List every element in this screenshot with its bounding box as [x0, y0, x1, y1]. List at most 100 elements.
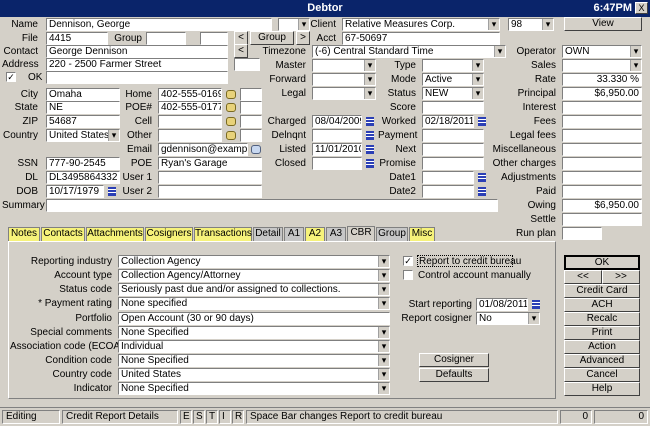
dob-calendar-icon[interactable]: [108, 187, 116, 196]
address2-field[interactable]: [46, 71, 228, 84]
user1-field[interactable]: [158, 171, 262, 184]
tab-contacts[interactable]: Contacts: [41, 227, 85, 241]
tab-a2[interactable]: A2: [305, 227, 325, 241]
date2-field[interactable]: [422, 185, 474, 198]
poe-field[interactable]: Ryan's Garage: [158, 157, 262, 170]
delnqnt-calendar-icon[interactable]: [366, 131, 374, 140]
forward-dropdown[interactable]: [312, 73, 376, 86]
ach-button[interactable]: ACH: [564, 298, 640, 312]
payment-field[interactable]: [422, 129, 484, 142]
paid-field[interactable]: [562, 185, 642, 198]
summary-field[interactable]: [46, 199, 498, 212]
help-button[interactable]: Help: [564, 382, 640, 396]
prev-record-button[interactable]: <<: [564, 270, 602, 284]
cell-phone-icon[interactable]: [226, 117, 236, 126]
city-field[interactable]: Omaha: [46, 88, 120, 101]
address-extra-field[interactable]: [234, 58, 260, 71]
start-reporting-calendar-icon[interactable]: [532, 300, 540, 309]
timezone-dropdown[interactable]: (-6) Central Standard Time: [312, 45, 506, 58]
ecoa-dropdown[interactable]: Individual: [118, 340, 390, 353]
date1-calendar-icon[interactable]: [478, 173, 486, 182]
control-manually-checkbox[interactable]: [403, 270, 413, 280]
ssn-field[interactable]: 777-90-2545: [46, 157, 120, 170]
ok-button[interactable]: OK: [564, 255, 640, 270]
dob-field[interactable]: 10/17/1979: [46, 185, 104, 198]
report-to-bureau-checkbox[interactable]: ✓: [403, 256, 413, 266]
recalc-button[interactable]: Recalc: [564, 312, 640, 326]
interest-field[interactable]: [562, 101, 642, 114]
credit-card-button[interactable]: Credit Card: [564, 284, 640, 298]
promise-field[interactable]: [422, 157, 484, 170]
poe-phone-field[interactable]: 402-555-0177: [158, 101, 222, 114]
fees-field[interactable]: [562, 115, 642, 128]
principal-field[interactable]: $6,950.00: [562, 87, 642, 100]
tab-attachments[interactable]: Attachments: [86, 227, 144, 241]
owing-field[interactable]: $6,950.00: [562, 199, 642, 212]
status-code-dropdown[interactable]: Seriously past due and/or assigned to co…: [118, 283, 390, 296]
mode-dropdown[interactable]: Active: [422, 73, 484, 86]
contact-field[interactable]: George Dennison: [46, 45, 228, 58]
run-plan-field[interactable]: [562, 227, 602, 240]
report-cosigner-dropdown[interactable]: No: [476, 312, 540, 325]
score-field[interactable]: [422, 101, 484, 114]
client-dropdown[interactable]: Relative Measures Corp.: [342, 18, 500, 31]
defaults-button[interactable]: Defaults: [419, 368, 489, 382]
email-field[interactable]: gdennison@example.r: [158, 143, 248, 156]
poe-phone-icon[interactable]: [226, 103, 236, 112]
tab-notes[interactable]: Notes: [8, 227, 40, 241]
rate-field[interactable]: 33.330 %: [562, 73, 642, 86]
user2-field[interactable]: [158, 185, 262, 198]
print-button[interactable]: Print: [564, 326, 640, 340]
condition-code-dropdown[interactable]: None Specified: [118, 354, 390, 367]
client-code-dropdown[interactable]: 98: [508, 18, 554, 31]
charged-field[interactable]: 08/04/2009: [312, 115, 362, 128]
worked-field[interactable]: 02/18/2011: [422, 115, 474, 128]
group-button[interactable]: Group: [250, 31, 294, 45]
advanced-button[interactable]: Advanced: [564, 354, 640, 368]
closed-field[interactable]: [312, 157, 362, 170]
date2-calendar-icon[interactable]: [478, 187, 486, 196]
name-field[interactable]: Dennison, George: [46, 18, 272, 31]
next-field[interactable]: [422, 143, 484, 156]
tab-misc[interactable]: Misc: [409, 227, 435, 241]
home-ext-field[interactable]: [240, 88, 262, 101]
account-type-dropdown[interactable]: Collection Agency/Attorney: [118, 269, 390, 282]
cancel-button[interactable]: Cancel: [564, 368, 640, 382]
legal-dropdown[interactable]: [312, 87, 376, 100]
contact-prev-button[interactable]: <: [234, 44, 248, 58]
group-prev-button[interactable]: <: [234, 31, 248, 45]
country-dropdown[interactable]: United States: [46, 129, 120, 142]
delnqnt-field[interactable]: [312, 129, 362, 142]
zip-field[interactable]: 54687: [46, 115, 120, 128]
ok-checkbox[interactable]: ✓: [6, 72, 16, 82]
other-charges-field[interactable]: [562, 157, 642, 170]
closed-calendar-icon[interactable]: [366, 159, 374, 168]
view-button[interactable]: View: [564, 17, 642, 31]
start-reporting-field[interactable]: 01/08/2011: [476, 298, 528, 311]
cell-ext-field[interactable]: [240, 115, 262, 128]
home-phone-icon[interactable]: [226, 90, 236, 99]
tab-transactions[interactable]: Transactions: [194, 227, 252, 241]
misc-field[interactable]: [562, 143, 642, 156]
payment-rating-dropdown[interactable]: None specified: [118, 297, 390, 310]
tab-a3[interactable]: A3: [326, 227, 346, 241]
listed-calendar-icon[interactable]: [366, 145, 374, 154]
cosigner-button[interactable]: Cosigner: [419, 353, 489, 367]
next-record-button[interactable]: >>: [602, 270, 640, 284]
tab-cbr[interactable]: CBR: [347, 226, 375, 241]
home-phone-field[interactable]: 402-555-0169: [158, 88, 222, 101]
email-icon[interactable]: [251, 145, 261, 154]
special-comments-dropdown[interactable]: None Specified: [118, 326, 390, 339]
listed-field[interactable]: 11/01/2010: [312, 143, 362, 156]
other-ext-field[interactable]: [240, 129, 262, 142]
sales-dropdown[interactable]: [562, 59, 642, 72]
address-field[interactable]: 220 - 2500 Farmer Street: [46, 58, 228, 71]
other-phone-icon[interactable]: [226, 131, 236, 140]
adjustments-field[interactable]: [562, 171, 642, 184]
charged-calendar-icon[interactable]: [366, 117, 374, 126]
type-dropdown[interactable]: [422, 59, 484, 72]
indicator-dropdown[interactable]: None Specified: [118, 382, 390, 395]
date1-field[interactable]: [422, 171, 474, 184]
cell-phone-field[interactable]: [158, 115, 222, 128]
group-field[interactable]: [146, 32, 186, 45]
